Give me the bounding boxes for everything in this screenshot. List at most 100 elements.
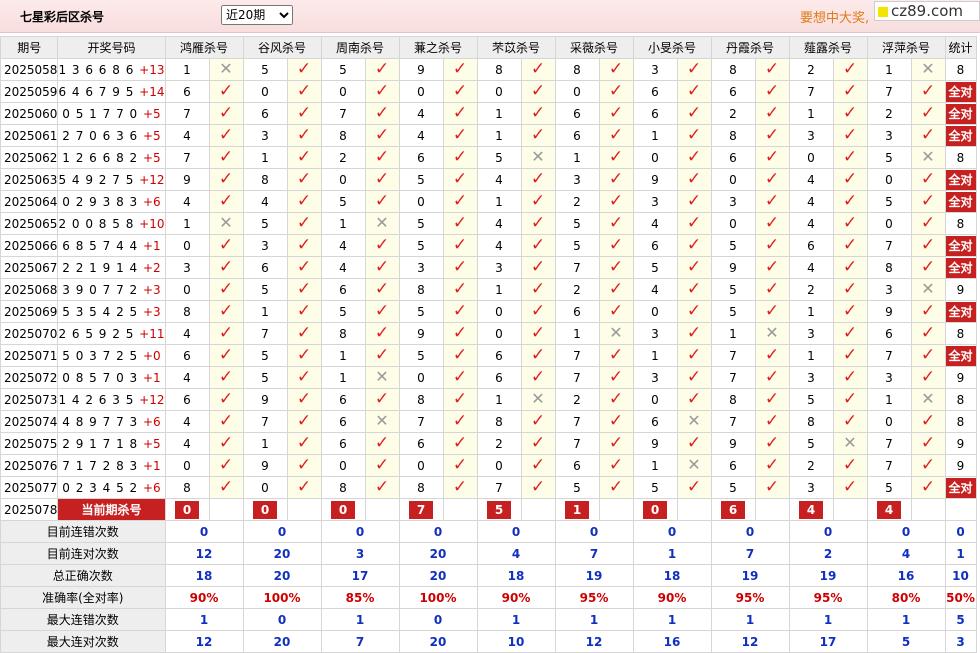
kill-value: 5 (554, 212, 600, 235)
check-icon: ✓ (452, 147, 468, 167)
kill-value: 8 (554, 58, 600, 81)
kill-value: 7 (476, 476, 522, 499)
current-kill-cell: 7 (398, 498, 444, 521)
kill-result: ✓ (754, 102, 790, 125)
kill-value: 3 (632, 190, 678, 213)
current-kill-value: 7 (409, 500, 433, 519)
row-stat: 全对 (944, 344, 977, 367)
kill-result: ✓ (676, 102, 712, 125)
stats-value-text: 20 (273, 546, 291, 561)
column-header[interactable]: 芣苡杀号 (476, 36, 556, 59)
check-icon: ✓ (842, 59, 858, 79)
kill-value: 1 (164, 212, 210, 235)
column-header[interactable]: 周南杀号 (320, 36, 400, 59)
kill-result: ✓ (286, 278, 322, 301)
check-icon: ✓ (608, 345, 624, 365)
table-row: 2025058 1 3 6 6 8 6 +13 1 ✕ 5 ✓ 5 ✓ 9 ✓ 8 ✓ 8 ✓ 3 ✓ 8 ✓ 2 ✓… (0, 58, 977, 81)
stats-value-text: 0 (901, 524, 911, 539)
kill-value: 0 (788, 146, 834, 169)
kill-result: ✓ (754, 58, 790, 81)
site-logo[interactable]: cz89.com (874, 1, 980, 21)
kill-value: 7 (242, 322, 288, 345)
kill-value: 5 (710, 476, 756, 499)
stats-value-text: 20 (273, 634, 291, 649)
column-header[interactable]: 浮萍杀号 (866, 36, 946, 59)
kill-result: ✓ (442, 80, 478, 103)
kill-result: ✓ (754, 234, 790, 257)
kill-result: ✓ (910, 432, 946, 455)
draw-numbers: 0 2 3 4 5 2 +6 (57, 476, 166, 499)
draw-digits: 7 1 7 2 8 3 (62, 458, 139, 473)
issue-number: 2025067 (0, 256, 59, 279)
stats-value-text: 90% (189, 590, 219, 605)
column-header[interactable]: 采薇杀号 (554, 36, 634, 59)
kill-result: ✕ (208, 212, 244, 235)
kill-result: ✓ (286, 80, 322, 103)
kill-value: 1 (554, 146, 600, 169)
draw-numbers: 7 1 7 2 8 3 +1 (57, 454, 166, 477)
kill-value: 1 (476, 278, 522, 301)
check-icon: ✓ (218, 389, 234, 409)
check-icon: ✓ (296, 257, 312, 277)
kill-value: 3 (632, 322, 678, 345)
column-header[interactable]: 小旻杀号 (632, 36, 712, 59)
issue-number: 2025059 (0, 80, 59, 103)
kill-value: 9 (242, 454, 288, 477)
kill-value: 6 (476, 366, 522, 389)
check-icon: ✓ (920, 433, 936, 453)
kill-value: 5 (242, 278, 288, 301)
column-header[interactable]: 蒹之杀号 (398, 36, 478, 59)
stats-value-text: 1 (511, 612, 521, 627)
current-kill-blank (676, 498, 712, 521)
kill-result: ✓ (520, 476, 556, 499)
column-header[interactable]: 鸿雁杀号 (164, 36, 244, 59)
stats-value-text: 90% (657, 590, 687, 605)
row-stat: 全对 (944, 80, 977, 103)
all-correct-badge: 全对 (946, 301, 975, 322)
stats-value-text: 95% (735, 590, 765, 605)
check-icon: ✓ (686, 279, 702, 299)
column-header[interactable]: 薤露杀号 (788, 36, 868, 59)
kill-result: ✓ (286, 476, 322, 499)
logo-square-icon (878, 7, 888, 17)
kill-result: ✕ (364, 410, 400, 433)
cross-icon: ✕ (921, 389, 935, 408)
stats-value-text: 4 (901, 546, 911, 561)
kill-value: 6 (320, 432, 366, 455)
kill-value: 6 (866, 322, 912, 345)
check-icon: ✓ (296, 433, 312, 453)
check-icon: ✓ (920, 81, 936, 101)
stats-value-text: 7 (745, 546, 755, 561)
kill-value: 3 (164, 256, 210, 279)
column-header[interactable]: 丹霞杀号 (710, 36, 790, 59)
stats-value-text: 17 (819, 634, 837, 649)
kill-result: ✓ (442, 58, 478, 81)
check-icon: ✓ (686, 59, 702, 79)
kill-result: ✕ (520, 146, 556, 169)
row-stat: 8 (944, 322, 977, 345)
column-header[interactable]: 统计 (944, 36, 977, 59)
stats-value: 0 (242, 608, 322, 631)
kill-result: ✓ (286, 234, 322, 257)
kill-result: ✓ (910, 190, 946, 213)
kill-value: 6 (554, 124, 600, 147)
kill-value: 3 (632, 58, 678, 81)
kill-result: ✓ (598, 410, 634, 433)
stats-value: 1 (788, 608, 868, 631)
kill-value: 1 (476, 388, 522, 411)
kill-value: 3 (476, 256, 522, 279)
column-header[interactable]: 谷风杀号 (242, 36, 322, 59)
draw-numbers: 2 6 5 9 2 5 +11 (57, 322, 166, 345)
kill-value: 9 (398, 58, 444, 81)
table-row: 2025062 1 2 6 6 8 2 +5 7 ✓ 1 ✓ 2 ✓ 6 ✓ 5 ✕ 1 ✓ 0 ✓ 6 ✓ 0 ✓ 5… (0, 146, 977, 169)
check-icon: ✓ (686, 81, 702, 101)
kill-result: ✓ (910, 256, 946, 279)
table-row: 2025074 4 8 9 7 7 3 +6 4 ✓ 7 ✓ 6 ✕ 7 ✓ 8 ✓ 7 ✓ 6 ✕ 7 ✓ 8 ✓ 0… (0, 410, 977, 433)
column-header[interactable]: 期号 (0, 36, 59, 59)
column-header[interactable]: 开奖号码 (57, 36, 166, 59)
kill-value: 2 (788, 278, 834, 301)
period-select[interactable]: 近20期 (221, 5, 293, 25)
draw-numbers: 0 8 5 7 0 3 +1 (57, 366, 166, 389)
promo-text[interactable]: 要想中大奖, (800, 7, 869, 26)
kill-value: 1 (866, 388, 912, 411)
